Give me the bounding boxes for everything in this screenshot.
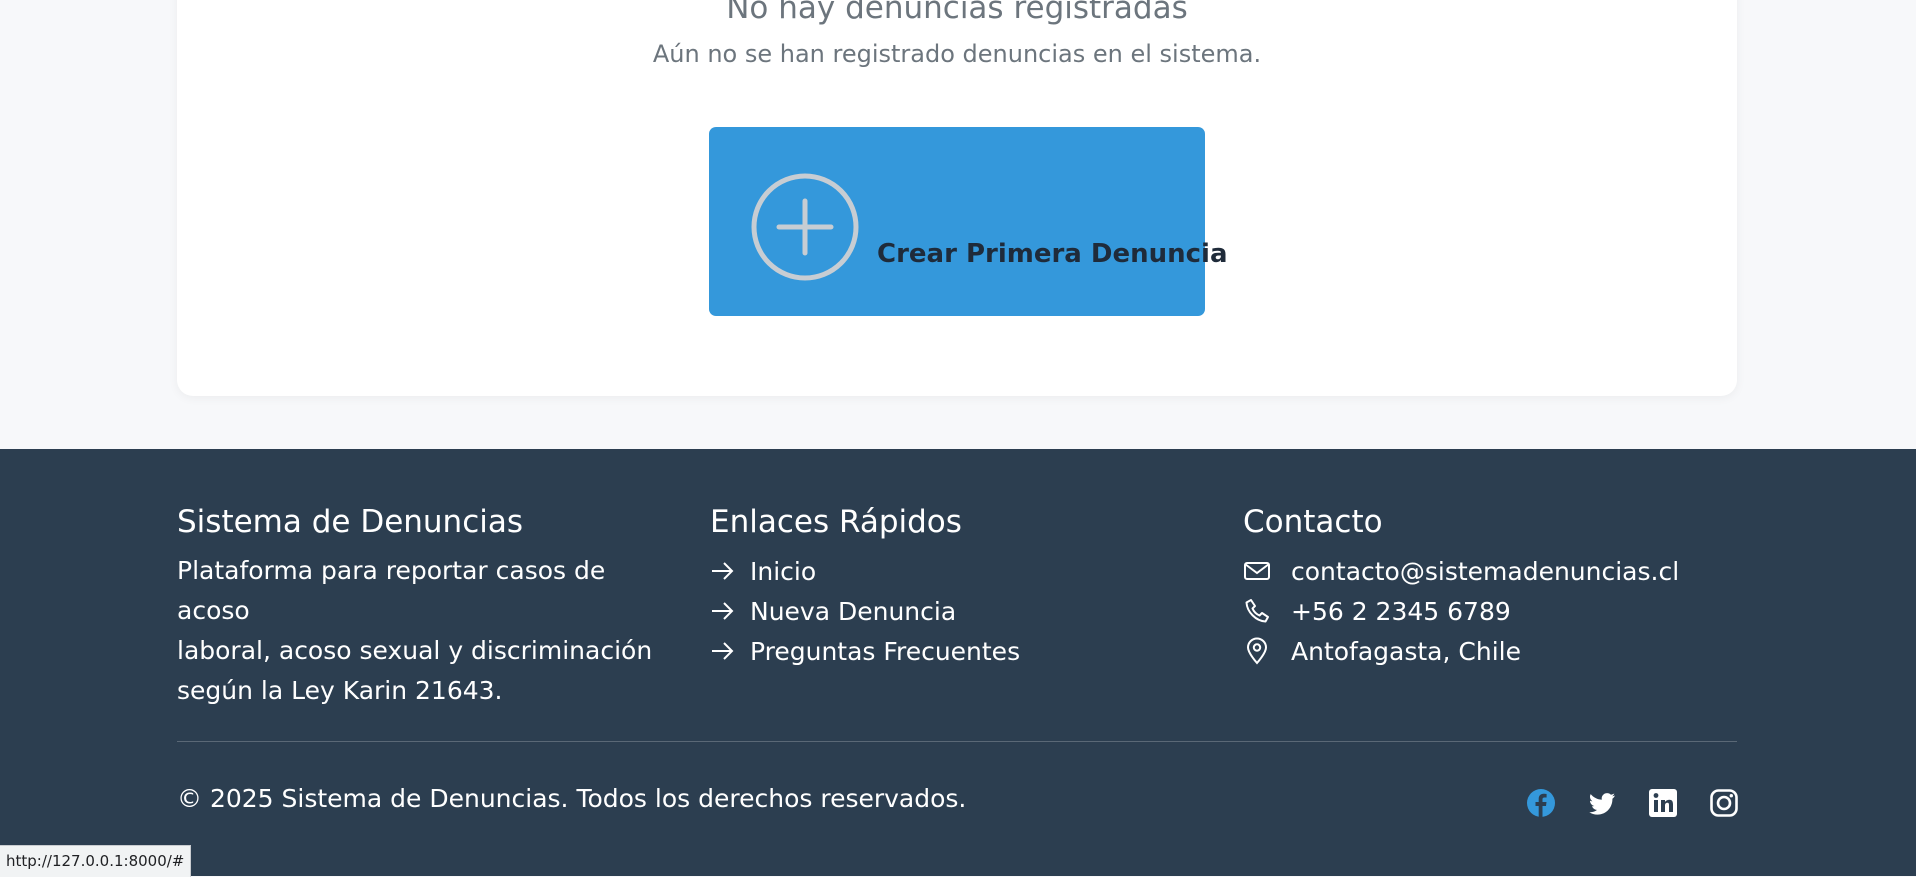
twitter-link[interactable]: [1587, 788, 1617, 818]
plus-circle-icon: [751, 173, 859, 281]
contact-email-text: contacto@sistemadenuncias.cl: [1291, 556, 1680, 586]
footer-link-faq[interactable]: Preguntas Frecuentes: [710, 631, 1190, 671]
twitter-icon: [1589, 793, 1615, 815]
about-line: Plataforma para reportar casos de acoso: [177, 556, 606, 625]
location-pin-icon: [1246, 637, 1268, 665]
footer-link-label[interactable]: Inicio: [750, 557, 816, 586]
site-footer: Sistema de Denuncias Plataforma para rep…: [0, 449, 1916, 876]
contact-location: Antofagasta, Chile: [1243, 631, 1733, 671]
footer-contact-heading: Contacto: [1243, 504, 1383, 540]
contact-location-text: Antofagasta, Chile: [1291, 636, 1521, 666]
empty-state-title: No hay denuncias registradas: [726, 0, 1188, 26]
footer-about-heading: Sistema de Denuncias: [177, 504, 524, 540]
footer-about-text: Plataforma para reportar casos de acoso …: [177, 551, 677, 711]
instagram-link[interactable]: [1709, 788, 1739, 818]
footer-link-label[interactable]: Nueva Denuncia: [750, 597, 956, 626]
linkedin-icon: [1649, 789, 1677, 817]
about-line: laboral, acoso sexual y discriminación: [177, 636, 653, 665]
empty-state-card: No hay denuncias registradas Aún no se h…: [177, 0, 1737, 396]
footer-contact: Contacto contacto@sistemadenuncias.cl +5…: [1243, 501, 1733, 671]
copyright-text: © 2025 Sistema de Denuncias. Todos los d…: [177, 784, 967, 813]
envelope-icon: [1244, 562, 1270, 580]
phone-icon: [1245, 599, 1269, 623]
create-first-report-button[interactable]: Crear Primera Denuncia: [709, 127, 1228, 316]
facebook-link[interactable]: [1526, 788, 1556, 818]
arrow-right-icon: [712, 642, 734, 660]
footer-link-nueva-denuncia[interactable]: Nueva Denuncia: [710, 591, 1190, 631]
footer-link-inicio[interactable]: Inicio: [710, 551, 1190, 591]
footer-link-label[interactable]: Preguntas Frecuentes: [750, 637, 1020, 666]
footer-divider: [177, 741, 1737, 742]
footer-about: Sistema de Denuncias Plataforma para rep…: [177, 501, 677, 711]
create-button-label: Crear Primera Denuncia: [877, 239, 1228, 269]
arrow-right-icon: [712, 562, 734, 580]
footer-links-heading: Enlaces Rápidos: [710, 504, 962, 540]
footer-links: Enlaces Rápidos Inicio Nueva Denuncia Pr…: [710, 501, 1190, 671]
contact-phone: +56 2 2345 6789: [1243, 591, 1733, 631]
linkedin-link[interactable]: [1648, 788, 1678, 818]
arrow-right-icon: [712, 602, 734, 620]
about-line: según la Ley Karin 21643.: [177, 676, 503, 705]
instagram-icon: [1710, 789, 1738, 817]
contact-email: contacto@sistemadenuncias.cl: [1243, 551, 1733, 591]
contact-phone-text: +56 2 2345 6789: [1291, 596, 1511, 626]
empty-state-subtitle: Aún no se han registrado denuncias en el…: [652, 40, 1262, 68]
status-bar-url: http://127.0.0.1:8000/#: [0, 845, 192, 877]
main-content: No hay denuncias registradas Aún no se h…: [0, 0, 1916, 449]
facebook-icon: [1527, 789, 1555, 817]
